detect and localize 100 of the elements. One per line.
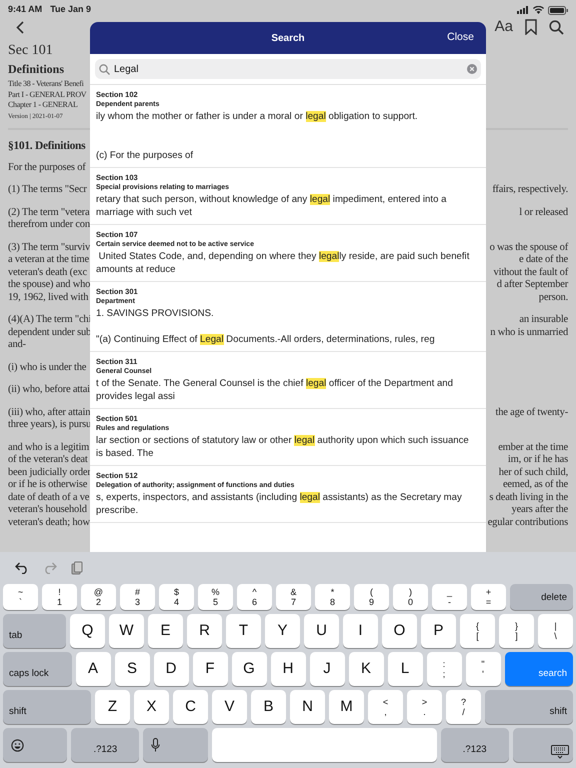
key[interactable]: { [ (460, 614, 495, 648)
section-heading: §101. Definitions (8, 138, 86, 154)
search-key[interactable]: search (504, 652, 573, 686)
key[interactable]: L (388, 652, 422, 686)
key[interactable]: ~ ` (3, 584, 38, 610)
status-date: Tue Jan 9 (50, 3, 92, 16)
dialog-title: Search (271, 32, 305, 46)
document-text: person. (538, 290, 568, 305)
key[interactable]: Y (265, 614, 300, 648)
key[interactable]: H (270, 652, 306, 686)
battery-icon (548, 6, 568, 14)
key[interactable]: X (134, 690, 169, 724)
document-text: ember at the time (498, 440, 568, 454)
key[interactable]: Z (95, 690, 130, 724)
key[interactable]: | \ (538, 614, 573, 648)
key[interactable]: D (154, 652, 188, 686)
bookmark-icon[interactable] (525, 19, 537, 35)
key[interactable]: < , (368, 690, 403, 724)
key[interactable]: T (226, 614, 261, 648)
font-size-button[interactable]: Aa (494, 16, 513, 38)
key[interactable]: # 3 (120, 584, 155, 610)
key[interactable]: ) 0 (393, 584, 428, 610)
document-text: n who is unmarried (490, 326, 568, 340)
key[interactable]: shift (3, 690, 91, 724)
keyboard-hide-icon (550, 745, 569, 759)
document-text: and- (8, 338, 26, 352)
document-text: her of such child, (498, 466, 568, 480)
key[interactable]: E (148, 614, 183, 648)
document-text: egular contributions (488, 516, 568, 530)
result-snippet: s, experts, inspectors, and assistants (including legal assistants) as the Secretary may prescribe. (96, 491, 463, 517)
document-text: im, or if he has (508, 453, 568, 468)
document-title: Definitions (8, 61, 64, 77)
key[interactable]: R (187, 614, 222, 648)
key[interactable]: * 8 (315, 584, 350, 610)
key[interactable]: V (212, 690, 247, 724)
document-text: an insurable (519, 313, 568, 328)
document-text: e date of the (519, 253, 568, 268)
result-snippet: t of the Senate. The General Counsel is the chief legal officer of the Department and provides legal assi (96, 377, 454, 403)
key[interactable]: ^ 6 (237, 584, 272, 610)
key[interactable]: I (343, 614, 378, 648)
key[interactable]: G (232, 652, 266, 686)
key[interactable]: P (421, 614, 456, 648)
key[interactable]: } ] (499, 614, 534, 648)
key[interactable]: .?123 (440, 728, 509, 762)
key[interactable]: shift (485, 690, 573, 724)
close-link[interactable]: Close (447, 30, 474, 46)
key[interactable]: U (304, 614, 339, 648)
document-text: the age of twenty- (496, 406, 568, 420)
key[interactable]: : ; (426, 652, 462, 686)
search-field[interactable]: Legal (95, 59, 481, 79)
document-text: and who is a legitim (8, 440, 90, 454)
document-text: the spouse) and who (8, 278, 90, 292)
key[interactable]: .?123 (71, 728, 140, 762)
result-snippet: retary that such person, without knowledge of any legal impediment, entered into a marriage with such vet (96, 193, 448, 219)
document-text: vithout the fault of (494, 266, 568, 280)
key[interactable]: O (382, 614, 417, 648)
search-icon[interactable] (549, 20, 564, 34)
key[interactable]: tab (3, 614, 66, 648)
key[interactable]: & 7 (276, 584, 311, 610)
key[interactable]: C (173, 690, 208, 724)
document-text: For the purposes of (8, 160, 86, 175)
key[interactable]: ? / (446, 690, 481, 724)
document-text: (3) The term "surviv (8, 240, 90, 254)
back-icon[interactable] (16, 20, 24, 34)
key[interactable]: ! 1 (42, 584, 77, 610)
key[interactable]: M (329, 690, 364, 724)
key[interactable]: B (251, 690, 286, 724)
key[interactable]: A (76, 652, 110, 686)
paste-icon[interactable] (71, 561, 83, 575)
signal-icon (517, 6, 529, 14)
clear-icon[interactable] (467, 64, 477, 74)
key[interactable]: K (348, 652, 384, 686)
document-text: (2) The term "vetera (8, 206, 90, 220)
key[interactable]: " ' (466, 652, 500, 686)
undo-icon[interactable] (15, 562, 29, 574)
hide-key[interactable] (512, 728, 573, 762)
key[interactable]: delete (510, 584, 573, 610)
emoji-key[interactable] (3, 728, 68, 762)
key[interactable]: @ 2 (81, 584, 116, 610)
key[interactable]: > . (407, 690, 442, 724)
status-time: 9:41 AM (8, 3, 42, 16)
breadcrumb-text: Part I - GENERAL PROV (8, 90, 86, 100)
key[interactable]: Q (70, 614, 105, 648)
result-snippet: United States Code, and, depending on where they legally reside, are paid such benefit amounts at reduce (96, 250, 470, 276)
key[interactable]: S (114, 652, 150, 686)
document-text: a veteran at the time (8, 253, 89, 268)
key[interactable]: N (290, 690, 325, 724)
key[interactable]: W (109, 614, 144, 648)
document-text: (i) who is under the (8, 360, 86, 375)
document-text: date of death of a ve (8, 490, 90, 504)
key[interactable]: caps lock (3, 652, 72, 686)
wifi-icon (533, 6, 544, 14)
key[interactable]: ( 9 (354, 584, 389, 610)
key[interactable]: $ 4 (159, 584, 194, 610)
key[interactable]: % 5 (198, 584, 233, 610)
key[interactable]: F (192, 652, 228, 686)
key[interactable]: J (310, 652, 344, 686)
document-text: veteran's household (8, 503, 87, 518)
key[interactable]: + = (471, 584, 506, 610)
key[interactable]: _ - (432, 584, 467, 610)
